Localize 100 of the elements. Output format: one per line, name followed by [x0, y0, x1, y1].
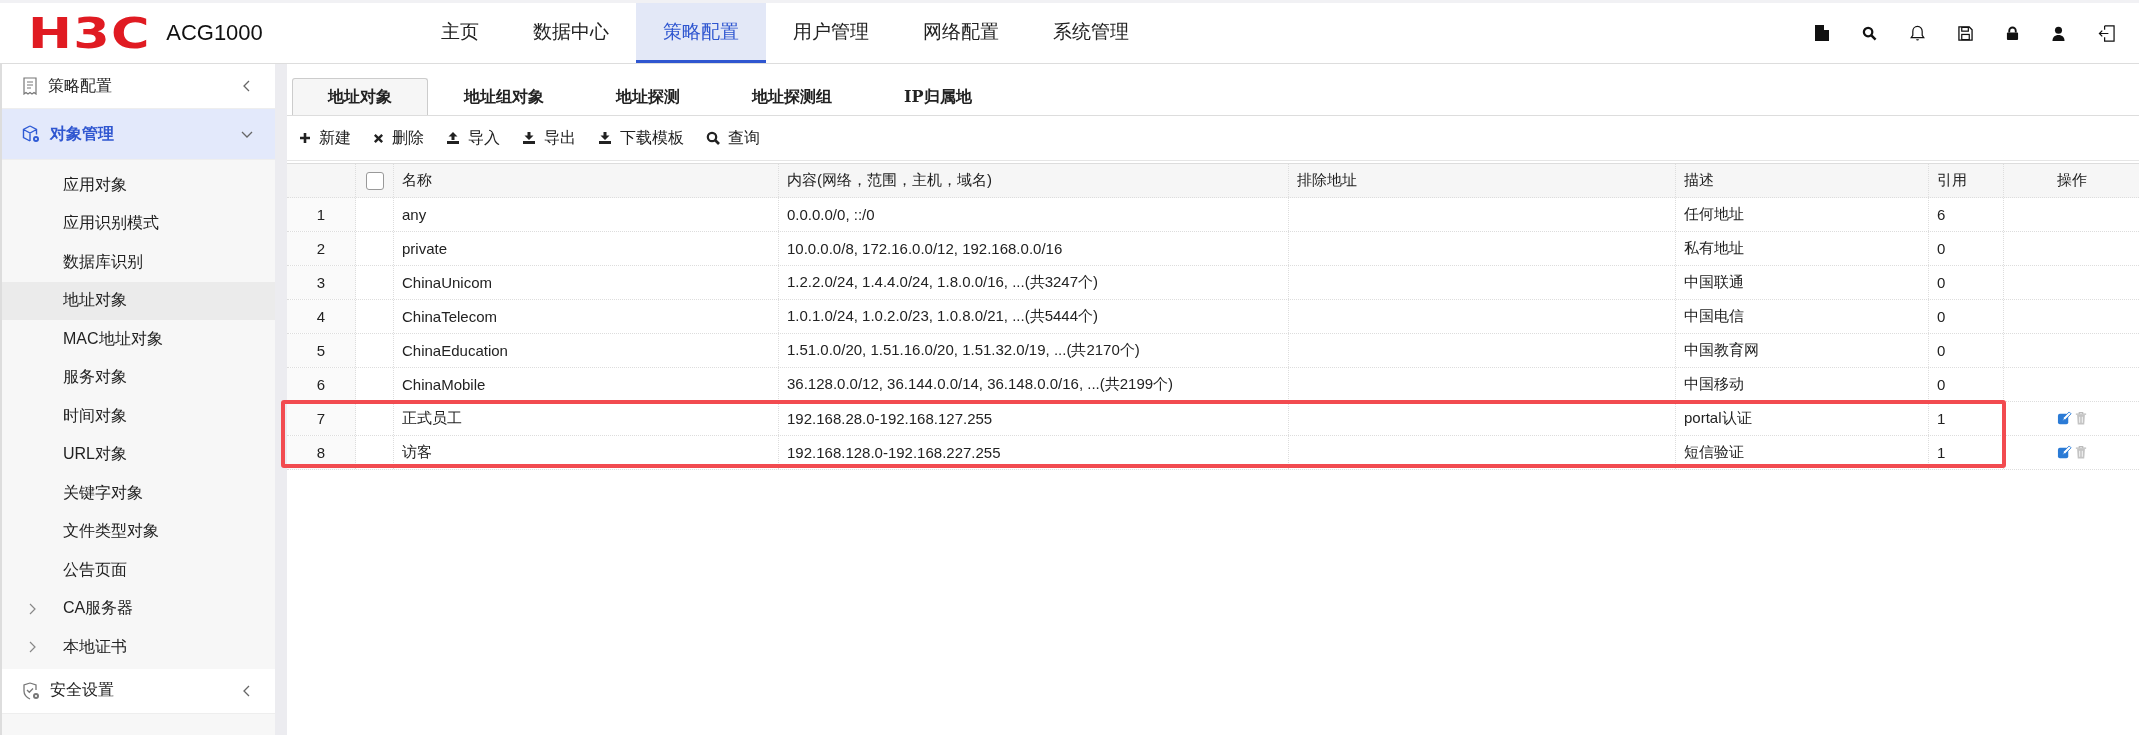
group-label: 安全设置: [50, 680, 115, 700]
shield-gear-icon: [22, 681, 40, 700]
sidebar-item[interactable]: 时间对象: [2, 397, 275, 436]
table-cell: 1.2.2.0/24, 1.4.4.0/24, 1.8.0.0/16, ...(共3247个): [787, 273, 1099, 292]
table-cell: portal认证: [1684, 409, 1752, 428]
row-number: 4: [316, 308, 326, 325]
nav-tab[interactable]: 系统管理: [1026, 3, 1156, 63]
table-cell: 0: [1937, 274, 1946, 291]
user-icon[interactable]: [2052, 25, 2065, 41]
nav-tab[interactable]: 主页: [414, 3, 506, 63]
nav-tab[interactable]: 策略配置: [636, 3, 766, 63]
sidebar-item[interactable]: 地址对象: [2, 281, 275, 320]
sidebar-item[interactable]: 服务对象: [2, 358, 275, 397]
brand-logo: H3C: [28, 8, 151, 58]
sidebar-item[interactable]: MAC地址对象: [2, 320, 275, 359]
toolbar-button[interactable]: 查询: [706, 125, 760, 151]
table-cell: 192.168.128.0-192.168.227.255: [787, 444, 1001, 461]
column-header[interactable]: 内容(网络，范围，主机，域名): [787, 171, 992, 190]
group-label: 对象管理: [50, 123, 115, 144]
table-cell: 中国移动: [1684, 375, 1744, 394]
download-icon: [522, 131, 536, 145]
document-icon[interactable]: [1815, 25, 1829, 41]
logout-icon[interactable]: [2098, 24, 2115, 42]
column-header[interactable]: 排除地址: [1297, 171, 1357, 190]
sidebar-item[interactable]: 本地证书: [2, 628, 275, 667]
tab[interactable]: 地址探测: [580, 78, 716, 115]
table-cell: 正式员工: [402, 409, 462, 428]
table-cell: 10.0.0.0/8, 172.16.0.0/12, 192.168.0.0/16: [787, 240, 1063, 257]
sidebar-item[interactable]: 公告页面: [2, 551, 275, 590]
table-cell: 1.0.1.0/24, 1.0.2.0/23, 1.0.8.0/21, ...(共5444个): [787, 307, 1099, 326]
column-header[interactable]: 引用: [1937, 171, 1967, 190]
table-cell: ChinaUnicom: [402, 274, 493, 291]
toolbar-button[interactable]: 下载模板: [598, 125, 684, 151]
row-number: 5: [316, 342, 326, 359]
toolbar-button[interactable]: 导出: [522, 125, 576, 151]
nav-tab[interactable]: 数据中心: [506, 3, 636, 63]
table-cell: ChinaEducation: [402, 342, 508, 359]
toolbar-button[interactable]: 删除: [373, 125, 424, 151]
table-cell: ChinaTelecom: [402, 308, 498, 325]
sidebar-item[interactable]: 数据库识别: [2, 243, 275, 282]
table-cell: 0.0.0.0/0, ::/0: [787, 206, 875, 223]
sidebar-item[interactable]: 应用对象: [2, 166, 275, 205]
tab[interactable]: 地址对象: [292, 78, 428, 115]
nav-tab[interactable]: 用户管理: [766, 3, 896, 63]
edit-icon[interactable]: [2056, 445, 2072, 460]
product-name: ACG1000: [166, 20, 263, 46]
chevron-right-icon: [28, 641, 36, 654]
sidebar-item[interactable]: CA服务器: [2, 589, 275, 628]
table-cell: 0: [1937, 240, 1946, 257]
toolbar-button[interactable]: 新建: [299, 125, 351, 151]
column-header[interactable]: 操作: [2056, 171, 2087, 190]
download-icon: [598, 131, 612, 145]
row-number: 2: [316, 240, 326, 257]
search-icon[interactable]: [1862, 25, 1877, 41]
toolbar-button[interactable]: 导入: [446, 125, 500, 151]
sidebar-item[interactable]: 文件类型对象: [2, 512, 275, 551]
table-cell: 0: [1937, 342, 1946, 359]
row-number: 7: [316, 410, 326, 427]
row-number: 6: [316, 376, 326, 393]
sidebar-item[interactable]: 关键字对象: [2, 474, 275, 513]
table-cell: 访客: [402, 443, 432, 462]
sidebar-group[interactable]: 安全设置: [2, 668, 275, 714]
table-cell: 36.128.0.0/12, 36.144.0.0/14, 36.148.0.0/16, ...(共2199个): [787, 375, 1174, 394]
table-row[interactable]: 5 ChinaEducation 1.51.0.0/20, 1.51.16.0/20, 1.51.32.0/19, ...(共2170个) 中国教育网 0: [287, 334, 2139, 368]
sidebar-item[interactable]: URL对象: [2, 435, 275, 474]
sidebar-item[interactable]: 应用识别模式: [2, 204, 275, 243]
group-label: 策略配置: [48, 75, 113, 96]
search-icon: [706, 131, 720, 145]
table-row[interactable]: 7 正式员工 192.168.28.0-192.168.127.255 portal认证 1: [287, 402, 2139, 436]
table-cell: 192.168.28.0-192.168.127.255: [787, 410, 993, 427]
table-cell: 中国联通: [1684, 273, 1744, 292]
table-row[interactable]: 6 ChinaMobile 36.128.0.0/12, 36.144.0.0/14, 36.148.0.0/16, ...(共2199个) 中国移动 0: [287, 368, 2139, 402]
table-row[interactable]: 3 ChinaUnicom 1.2.2.0/24, 1.4.4.0/24, 1.8.0.0/16, ...(共3247个) 中国联通 0: [287, 266, 2139, 300]
row-number: 3: [316, 274, 326, 291]
tab[interactable]: 地址组对象: [428, 78, 580, 115]
sidebar-group[interactable]: 对象管理: [2, 109, 275, 160]
bell-icon[interactable]: [1910, 24, 1925, 42]
tab[interactable]: IP归属地: [868, 78, 1008, 115]
lock-icon[interactable]: [2006, 25, 2019, 41]
tab[interactable]: 地址探测组: [716, 78, 868, 115]
save-icon[interactable]: [1958, 25, 1973, 41]
edit-icon[interactable]: [2056, 411, 2072, 426]
select-all-checkbox[interactable]: [365, 171, 384, 190]
table-row[interactable]: 8 访客 192.168.128.0-192.168.227.255 短信验证 1: [287, 436, 2139, 470]
nav-tab[interactable]: 网络配置: [896, 3, 1026, 63]
table-cell: ChinaMobile: [402, 376, 486, 393]
upload-icon: [446, 131, 460, 145]
row-number: 8: [316, 444, 326, 461]
table-cell: 0: [1937, 376, 1946, 393]
table-cell: 私有地址: [1684, 239, 1744, 258]
cross-icon: [373, 132, 384, 144]
table-cell: 短信验证: [1684, 443, 1744, 462]
table-row[interactable]: 4 ChinaTelecom 1.0.1.0/24, 1.0.2.0/23, 1.0.8.0/21, ...(共5444个) 中国电信 0: [287, 300, 2139, 334]
chevron-right-icon: [28, 602, 36, 615]
sidebar-group[interactable]: 策略配置: [2, 64, 275, 109]
column-header[interactable]: 名称: [402, 171, 432, 190]
table-row[interactable]: 1 any 0.0.0.0/0, ::/0 任何地址 6: [287, 198, 2139, 232]
table-row[interactable]: 2 private 10.0.0.0/8, 172.16.0.0/12, 192.168.0.0/16 私有地址 0: [287, 232, 2139, 266]
column-header[interactable]: 描述: [1684, 171, 1714, 190]
table-cell: 中国电信: [1684, 307, 1744, 326]
